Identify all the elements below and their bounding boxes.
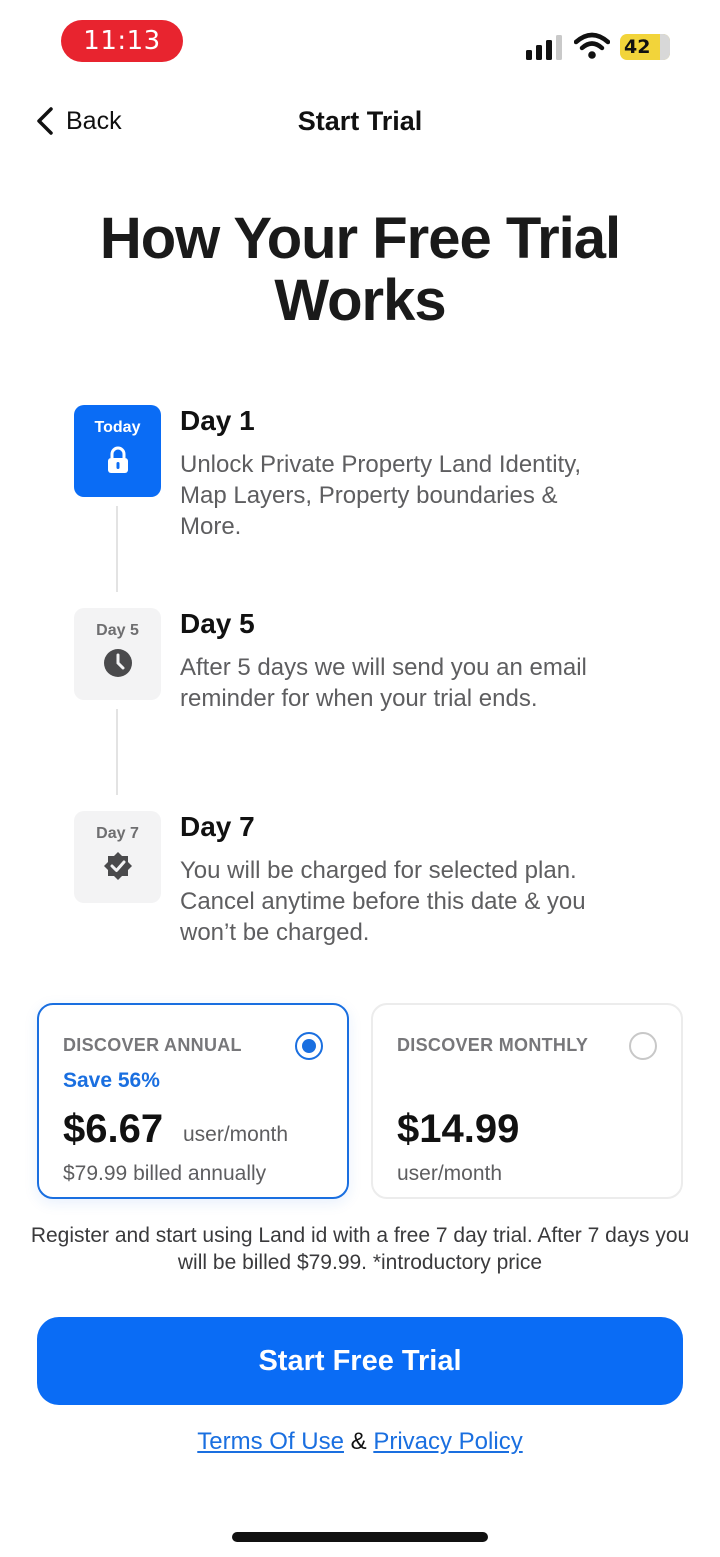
navigation-bar: Back Start Trial <box>0 92 720 152</box>
step-description: Unlock Private Property Land Identity, M… <box>180 451 582 540</box>
cellular-signal-icon <box>526 35 562 60</box>
plan-name: DISCOVER MONTHLY <box>397 1035 589 1055</box>
start-trial-screen: 11:13 42 Back Start Trial How Your Free … <box>0 0 720 1557</box>
plan-radio-monthly[interactable] <box>629 1032 657 1060</box>
step-title: Day 7 <box>180 811 255 842</box>
save-badge: Save 56% <box>63 1069 160 1092</box>
plan-price: $14.99 <box>397 1107 520 1151</box>
links-separator: & <box>350 1428 367 1455</box>
plan-price: $6.67 <box>63 1107 164 1151</box>
step-description: You will be charged for selected plan. C… <box>180 857 586 946</box>
privacy-policy-link[interactable]: Privacy Policy <box>373 1428 522 1455</box>
home-indicator[interactable] <box>232 1532 488 1542</box>
plan-radio-annual[interactable] <box>295 1032 323 1060</box>
plan-card-annual[interactable]: DISCOVER ANNUAL Save 56% $6.67 user/mont… <box>37 1003 349 1199</box>
battery-level: 42 <box>624 36 651 58</box>
plan-price-unit: user/month <box>397 1162 503 1185</box>
status-time: 11:13 <box>61 20 183 62</box>
step-title: Day 1 <box>180 405 255 436</box>
step-description: After 5 days we will send you an email r… <box>180 654 587 712</box>
headline: How Your Free Trial Works <box>99 206 621 333</box>
step-badge-day7: Day 7 <box>74 811 161 903</box>
wifi-icon <box>574 32 610 59</box>
start-free-trial-button[interactable]: Start Free Trial <box>37 1317 683 1405</box>
step-tag: Day 5 <box>96 622 139 639</box>
step-badge-today: Today <box>74 405 161 497</box>
step-badge-day5: Day 5 <box>74 608 161 700</box>
terms-of-use-link[interactable]: Terms Of Use <box>197 1428 344 1455</box>
timeline-connector <box>116 709 118 795</box>
timeline-connector <box>116 506 118 592</box>
clock-icon <box>103 649 132 677</box>
plan-name: DISCOVER ANNUAL <box>63 1035 242 1055</box>
legal-links: Terms Of Use & Privacy Policy <box>0 1428 720 1456</box>
step-title: Day 5 <box>180 608 255 639</box>
status-bar: 11:13 42 <box>0 0 720 84</box>
plan-card-monthly[interactable]: DISCOVER MONTHLY $14.99 user/month <box>371 1003 683 1199</box>
plan-billing-note: $79.99 billed annually <box>63 1162 267 1185</box>
page-title: Start Trial <box>297 106 423 136</box>
step-tag: Day 7 <box>96 825 139 842</box>
step-tag: Today <box>94 419 141 436</box>
lock-icon <box>107 446 128 473</box>
trial-terms-note: Register and start using Land id with a … <box>30 1224 690 1274</box>
plan-price-unit: user/month <box>183 1123 289 1146</box>
verified-badge-icon <box>103 852 132 880</box>
battery-indicator: 42 <box>620 34 670 60</box>
